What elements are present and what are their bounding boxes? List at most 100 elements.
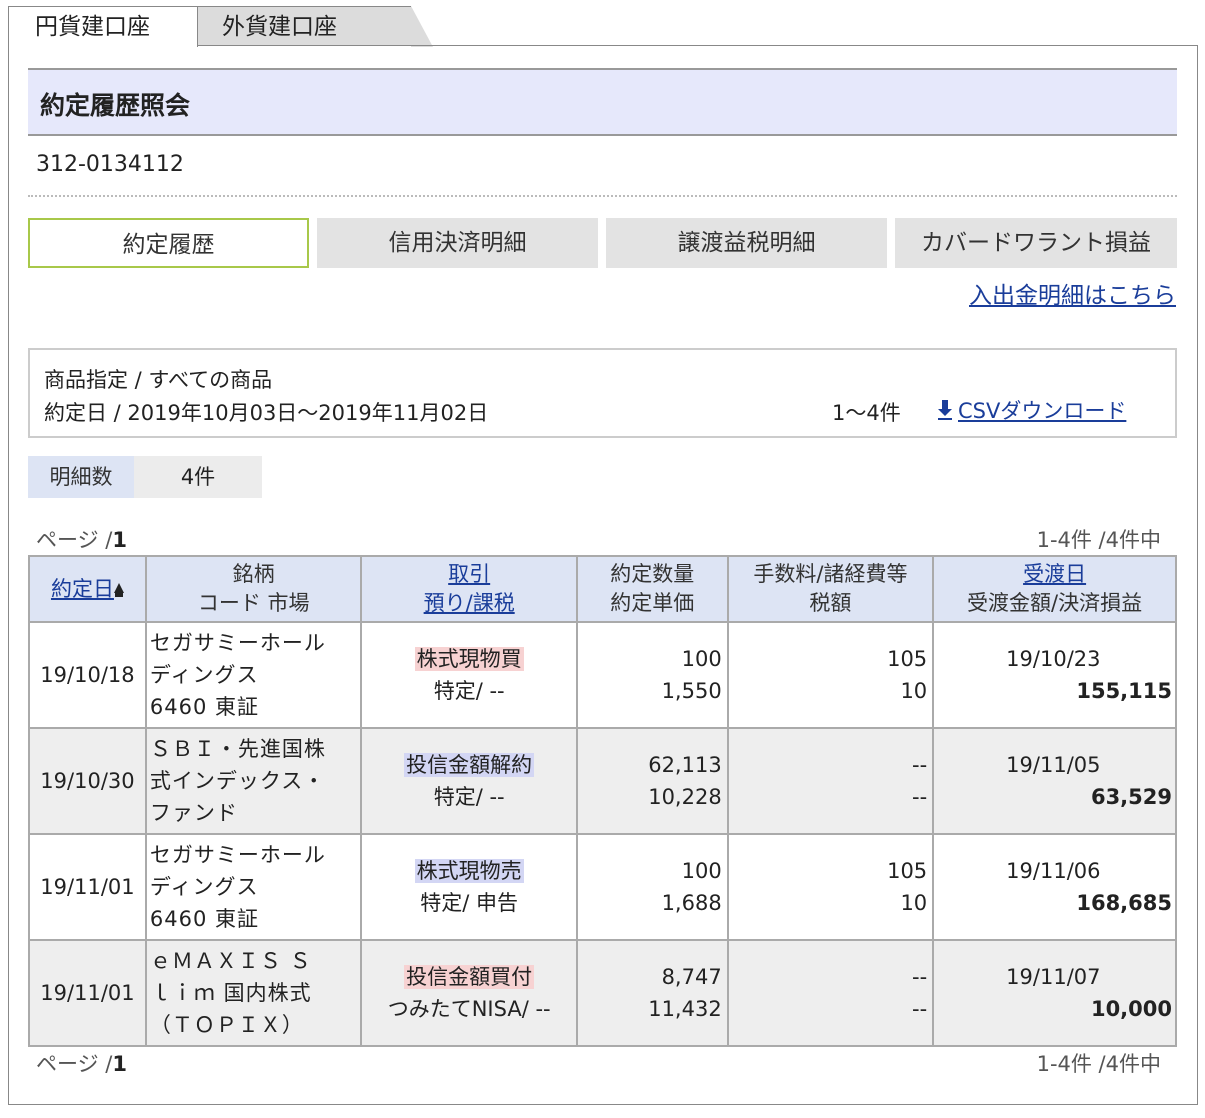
header-settle-line2: 受渡金額/決済損益 <box>967 591 1143 615</box>
cell-quantity-price: 62,113 10,228 <box>575 727 729 835</box>
quantity: 100 <box>681 647 722 671</box>
quantity: 62,113 <box>648 753 722 777</box>
settlement-date: 19/11/07 <box>1006 965 1101 989</box>
tax-amount: -- <box>912 997 928 1021</box>
settlement-date: 19/11/05 <box>1006 753 1101 777</box>
cell-quantity-price: 100 1,550 <box>575 621 729 729</box>
subtab-margin-settlement[interactable]: 信用決済明細 <box>317 218 598 268</box>
pager-range-top: 1-4件 /4件中 <box>1036 528 1161 552</box>
trade-type-badge: 投信金額買付 <box>404 965 535 989</box>
quantity: 100 <box>681 859 722 883</box>
quantity: 8,747 <box>661 965 722 989</box>
unit-price: 11,432 <box>648 997 722 1021</box>
security-name-line2: 式インデックス・ <box>149 769 326 793</box>
csv-download-link[interactable]: CSVダウンロード <box>938 395 1126 425</box>
unit-price: 1,688 <box>661 891 722 915</box>
divider <box>28 195 1177 197</box>
table-row: 19/10/18 セガサミーホール ディングス 6460 東証 株式現物買 特定/ -- 1… <box>28 621 1177 729</box>
cell-quantity-price: 100 1,688 <box>575 833 729 941</box>
security-name-line1: セガサミーホール <box>149 843 326 867</box>
cell-trade-date: 19/10/18 <box>28 621 147 729</box>
cell-fee-tax: -- -- <box>726 727 935 835</box>
security-name-line1: ｅＭＡＸＩＳ Ｓ <box>149 949 312 973</box>
sort-tax-link[interactable]: 預り/課税 <box>424 591 515 615</box>
custody-tax-type: つみたてNISA/ -- <box>387 997 551 1021</box>
cell-trade-date: 19/11/01 <box>28 939 147 1047</box>
detail-count-label: 明細数 <box>28 456 134 498</box>
tab-foreign-account[interactable]: 外貨建口座 <box>196 6 433 47</box>
trade-type-badge: 株式現物買 <box>414 647 524 671</box>
cell-security-name: セガサミーホール ディングス 6460 東証 <box>144 833 363 941</box>
settlement-amount: 155,115 <box>1076 679 1172 703</box>
download-icon <box>938 400 952 420</box>
security-name-line2: ｌｉｍ 国内株式 <box>149 981 312 1005</box>
header-name-line2: コード 市場 <box>197 591 310 615</box>
settlement-date: 19/11/06 <box>1006 859 1101 883</box>
sort-trade-link[interactable]: 取引 <box>448 562 490 586</box>
page-number: 1 <box>112 528 127 552</box>
unit-price: 1,550 <box>661 679 722 703</box>
fee: -- <box>912 965 928 989</box>
settlement-date: 19/10/23 <box>1006 647 1101 671</box>
table-header-row: 約定日 銘柄コード 市場 取引預り/課税 約定数量 約定単価 手数料/諸経費等 税額… <box>28 555 1177 623</box>
header-name-line1: 銘柄 <box>232 562 275 586</box>
settlement-amount: 10,000 <box>1090 997 1172 1021</box>
fee: -- <box>912 753 928 777</box>
settlement-amount: 168,685 <box>1076 891 1172 915</box>
page-title: 約定履歴照会 <box>40 91 191 120</box>
cell-trade-type: 投信金額買付 つみたてNISA/ -- <box>360 939 578 1047</box>
date-range: 約定日 / 2019年10月03日〜2019年11月02日 <box>44 401 489 425</box>
cell-quantity-price: 8,747 11,432 <box>575 939 729 1047</box>
pager-range-bottom: 1-4件 /4件中 <box>1036 1052 1161 1076</box>
security-name-line2: ディングス <box>149 663 259 687</box>
history-subtabs: 約定履歴 信用決済明細 譲渡益税明細 カバードワラント損益 <box>28 218 1177 268</box>
security-name-line3: ファンド <box>149 801 238 825</box>
custody-tax-type: 特定/ -- <box>433 785 505 809</box>
custody-tax-type: 特定/ 申告 <box>420 891 519 915</box>
cell-trade-type: 株式現物売特定/ 申告 <box>360 833 578 941</box>
header-qty-line2: 約定単価 <box>610 591 695 615</box>
header-fee-line2: 税額 <box>809 591 852 615</box>
table-row: 19/10/30 ＳＢＩ・先進国株 式インデックス・ ファンド 投信金額解約 特定/ --… <box>28 727 1177 835</box>
subtab-transfer-tax[interactable]: 譲渡益税明細 <box>606 218 887 268</box>
cell-settlement: 19/11/06 168,685 <box>932 833 1177 941</box>
cell-settlement: 19/11/07 10,000 <box>932 939 1177 1047</box>
security-name-line3: （ＴＯＰＩＸ） <box>149 1013 304 1037</box>
unit-price: 10,228 <box>648 785 722 809</box>
sort-desc-icon[interactable] <box>113 582 124 597</box>
header-fee-line1: 手数料/諸経費等 <box>753 562 908 586</box>
tab-yen-account[interactable]: 円貨建口座 <box>8 6 198 47</box>
sort-date-link[interactable]: 約定日 <box>51 577 114 601</box>
header-qty: 約定数量 約定単価 <box>575 555 729 623</box>
trade-type-badge: 株式現物売 <box>414 859 524 883</box>
sort-settle-link[interactable]: 受渡日 <box>1023 562 1086 586</box>
page-title-bar: 約定履歴照会 <box>28 68 1177 136</box>
filter-summary: 商品指定 / すべての商品 約定日 / 2019年10月03日〜2019年11月… <box>28 348 1177 438</box>
subtab-covered-warrant[interactable]: カバードワラント損益 <box>895 218 1177 268</box>
security-name-line3: 6460 東証 <box>149 907 260 931</box>
header-trade: 取引預り/課税 <box>360 555 578 623</box>
fee: 105 <box>887 647 928 671</box>
cell-settlement: 19/10/23 155,115 <box>932 621 1177 729</box>
pager-top: ページ /1 <box>36 524 127 554</box>
tax-amount: -- <box>912 785 928 809</box>
product-filter: 商品指定 / すべての商品 <box>44 368 273 392</box>
page-number: 1 <box>112 1052 127 1076</box>
subtab-trade-history[interactable]: 約定履歴 <box>28 218 309 268</box>
cell-trade-type: 投信金額解約 特定/ -- <box>360 727 578 835</box>
detail-count-value: 4件 <box>134 456 262 498</box>
cell-trade-type: 株式現物買特定/ -- <box>360 621 578 729</box>
cell-fee-tax: -- -- <box>726 939 935 1047</box>
result-count: 1〜4件 <box>832 401 901 425</box>
cell-security-name: ＳＢＩ・先進国株 式インデックス・ ファンド <box>144 727 363 835</box>
account-number: 312-0134112 <box>36 152 184 177</box>
csv-download-label: CSVダウンロード <box>958 399 1127 423</box>
page-label: ページ / <box>36 528 113 552</box>
cell-security-name: ｅＭＡＸＩＳ Ｓ ｌｉｍ 国内株式 （ＴＯＰＩＸ） <box>144 939 363 1047</box>
custody-tax-type: 特定/ -- <box>433 679 505 703</box>
pager-bottom: ページ /1 <box>36 1048 127 1078</box>
cell-trade-date: 19/11/01 <box>28 833 147 941</box>
deposit-withdrawal-link[interactable]: 入出金明細はこちら <box>969 276 1176 310</box>
account-tabs: 円貨建口座 外貨建口座 <box>8 0 1198 47</box>
settlement-amount: 63,529 <box>1090 785 1172 809</box>
